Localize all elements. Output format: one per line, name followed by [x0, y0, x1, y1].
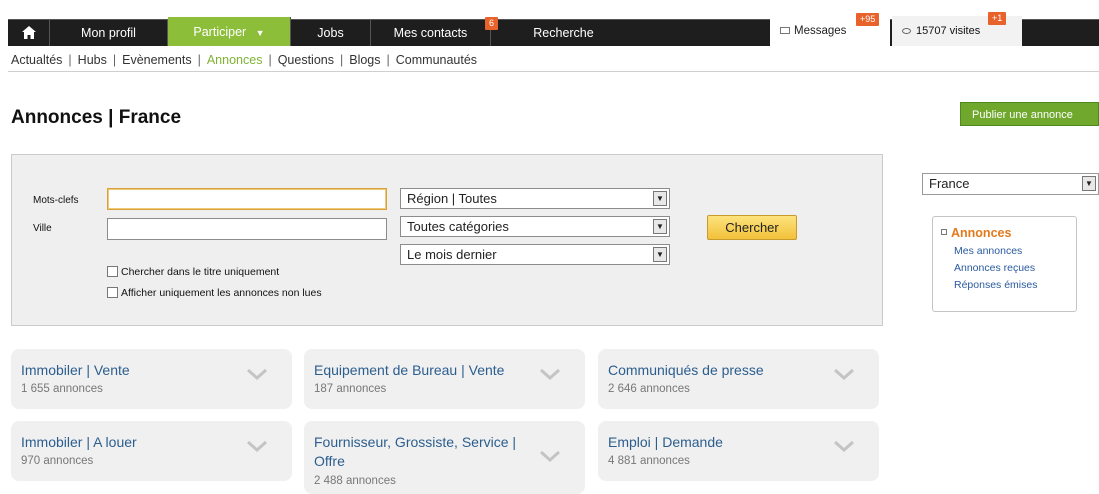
- category-name[interactable]: Immobiler | Vente: [21, 361, 231, 380]
- nav-participer[interactable]: Participer ▼: [168, 17, 291, 46]
- subnav-blogs[interactable]: Blogs: [349, 53, 380, 67]
- chevron-down-icon[interactable]: [539, 449, 561, 463]
- period-select[interactable]: Le mois dernier ▼: [400, 244, 670, 265]
- messages-count-badge: +95: [856, 13, 880, 26]
- unread-only-option[interactable]: Afficher uniquement les annonces non lue…: [107, 287, 322, 299]
- region-select[interactable]: Région | Toutes ▼: [400, 188, 670, 209]
- subnav-communautes[interactable]: Communautés: [396, 53, 477, 67]
- home-icon: [21, 26, 36, 39]
- category-card[interactable]: Immobiler | A louer 970 annonces: [11, 421, 292, 481]
- chevron-down-icon[interactable]: [246, 439, 268, 453]
- annonces-side-box: Annonces Mes annonces Annonces reçues Ré…: [932, 216, 1077, 312]
- category-name[interactable]: Emploi | Demande: [608, 433, 818, 452]
- nav-participer-label: Participer: [193, 25, 247, 39]
- chevron-down-icon[interactable]: [833, 439, 855, 453]
- city-label: Ville: [33, 223, 52, 234]
- category-name[interactable]: Communiqués de presse: [608, 361, 818, 380]
- category-select[interactable]: Toutes catégories ▼: [400, 216, 670, 237]
- sub-navigation: Actualtés | Hubs | Evènements | Annonces | Quest…: [11, 53, 477, 67]
- city-input[interactable]: [107, 218, 387, 240]
- title-only-checkbox[interactable]: [107, 266, 118, 277]
- nav-recherche[interactable]: Recherche: [491, 20, 636, 46]
- unread-only-checkbox[interactable]: [107, 287, 118, 298]
- subnav-separator: |: [339, 53, 344, 67]
- unread-only-label: Afficher uniquement les annonces non lue…: [121, 287, 322, 299]
- bullet-icon: [941, 229, 947, 235]
- subnav-annonces[interactable]: Annonces: [207, 53, 263, 67]
- chevron-down-icon: ▼: [653, 191, 667, 206]
- nav-jobs[interactable]: Jobs: [291, 20, 371, 46]
- category-name[interactable]: Fournisseur, Grossiste, Service | Offre: [314, 433, 524, 471]
- nav-home-button[interactable]: [8, 20, 50, 46]
- top-navigation-bar: Mon profil Participer ▼ Jobs Mes contact…: [8, 12, 1099, 46]
- region-select-value: Région | Toutes: [407, 191, 497, 206]
- subnav-separator: |: [197, 53, 201, 67]
- page-title: Annonces | France: [11, 107, 182, 128]
- side-box-title[interactable]: Annonces: [941, 226, 1076, 240]
- visits-count-badge: +1: [988, 12, 1007, 25]
- category-card[interactable]: Fournisseur, Grossiste, Service | Offre …: [304, 421, 585, 494]
- keywords-label: Mots-clefs: [33, 195, 79, 206]
- side-box-title-label: Annonces: [951, 226, 1012, 240]
- link-mes-annonces[interactable]: Mes annonces: [954, 245, 1076, 257]
- messages-label: Messages: [794, 25, 847, 37]
- title-only-option[interactable]: Chercher dans le titre uniquement: [107, 266, 279, 278]
- link-annonces-recues[interactable]: Annonces reçues: [954, 262, 1076, 274]
- keywords-input[interactable]: [107, 188, 387, 210]
- period-select-value: Le mois dernier: [407, 247, 497, 262]
- subnav-divider: [8, 71, 1099, 72]
- category-count: 2 646 annonces: [608, 383, 690, 395]
- publish-ad-button[interactable]: Publier une annonce: [960, 102, 1099, 126]
- category-card[interactable]: Immobiler | Vente 1 655 annonces: [11, 349, 292, 409]
- subnav-hubs[interactable]: Hubs: [78, 53, 107, 67]
- chevron-down-icon: ▼: [1082, 176, 1096, 191]
- envelope-icon: [780, 27, 790, 35]
- nav-mon-profil[interactable]: Mon profil: [50, 20, 168, 46]
- category-card[interactable]: Equipement de Bureau | Vente 187 annonce…: [304, 349, 585, 409]
- category-card[interactable]: Communiqués de presse 2 646 annonces: [598, 349, 879, 409]
- subnav-separator: |: [68, 53, 72, 67]
- subnav-questions[interactable]: Questions: [278, 53, 334, 67]
- subnav-separator: |: [268, 53, 272, 67]
- link-reponses-emises[interactable]: Réponses émises: [954, 279, 1076, 291]
- category-count: 2 488 annonces: [314, 475, 396, 487]
- eye-icon: [902, 28, 911, 35]
- title-only-label: Chercher dans le titre uniquement: [121, 266, 280, 278]
- visits-label: 15707 visites: [916, 25, 981, 37]
- country-select[interactable]: France ▼: [922, 173, 1099, 195]
- search-panel: Mots-clefs Ville Région | Toutes ▼ Toute…: [11, 154, 883, 326]
- chevron-down-icon[interactable]: [833, 367, 855, 381]
- category-select-value: Toutes catégories: [407, 219, 509, 234]
- chevron-down-icon[interactable]: [539, 367, 561, 381]
- chevron-down-icon: ▼: [653, 219, 667, 234]
- chevron-down-icon: ▼: [255, 28, 265, 38]
- category-count: 187 annonces: [314, 383, 387, 395]
- search-button[interactable]: Chercher: [707, 215, 797, 240]
- subnav-actualites[interactable]: Actualtés: [11, 53, 62, 67]
- category-count: 1 655 annonces: [21, 383, 103, 395]
- subnav-separator: |: [112, 53, 117, 67]
- category-count: 4 881 annonces: [608, 455, 690, 467]
- subnav-separator: |: [386, 53, 390, 67]
- chevron-down-icon: ▼: [653, 247, 667, 262]
- nav-mes-contacts[interactable]: Mes contacts: [371, 20, 491, 46]
- category-name[interactable]: Immobiler | A louer: [21, 433, 231, 452]
- category-count: 970 annonces: [21, 455, 94, 467]
- subnav-evenements[interactable]: Evènements: [122, 53, 191, 67]
- country-select-value: France: [929, 176, 970, 191]
- category-name[interactable]: Equipement de Bureau | Vente: [314, 361, 524, 380]
- category-card[interactable]: Emploi | Demande 4 881 annonces: [598, 421, 879, 481]
- chevron-down-icon[interactable]: [246, 367, 268, 381]
